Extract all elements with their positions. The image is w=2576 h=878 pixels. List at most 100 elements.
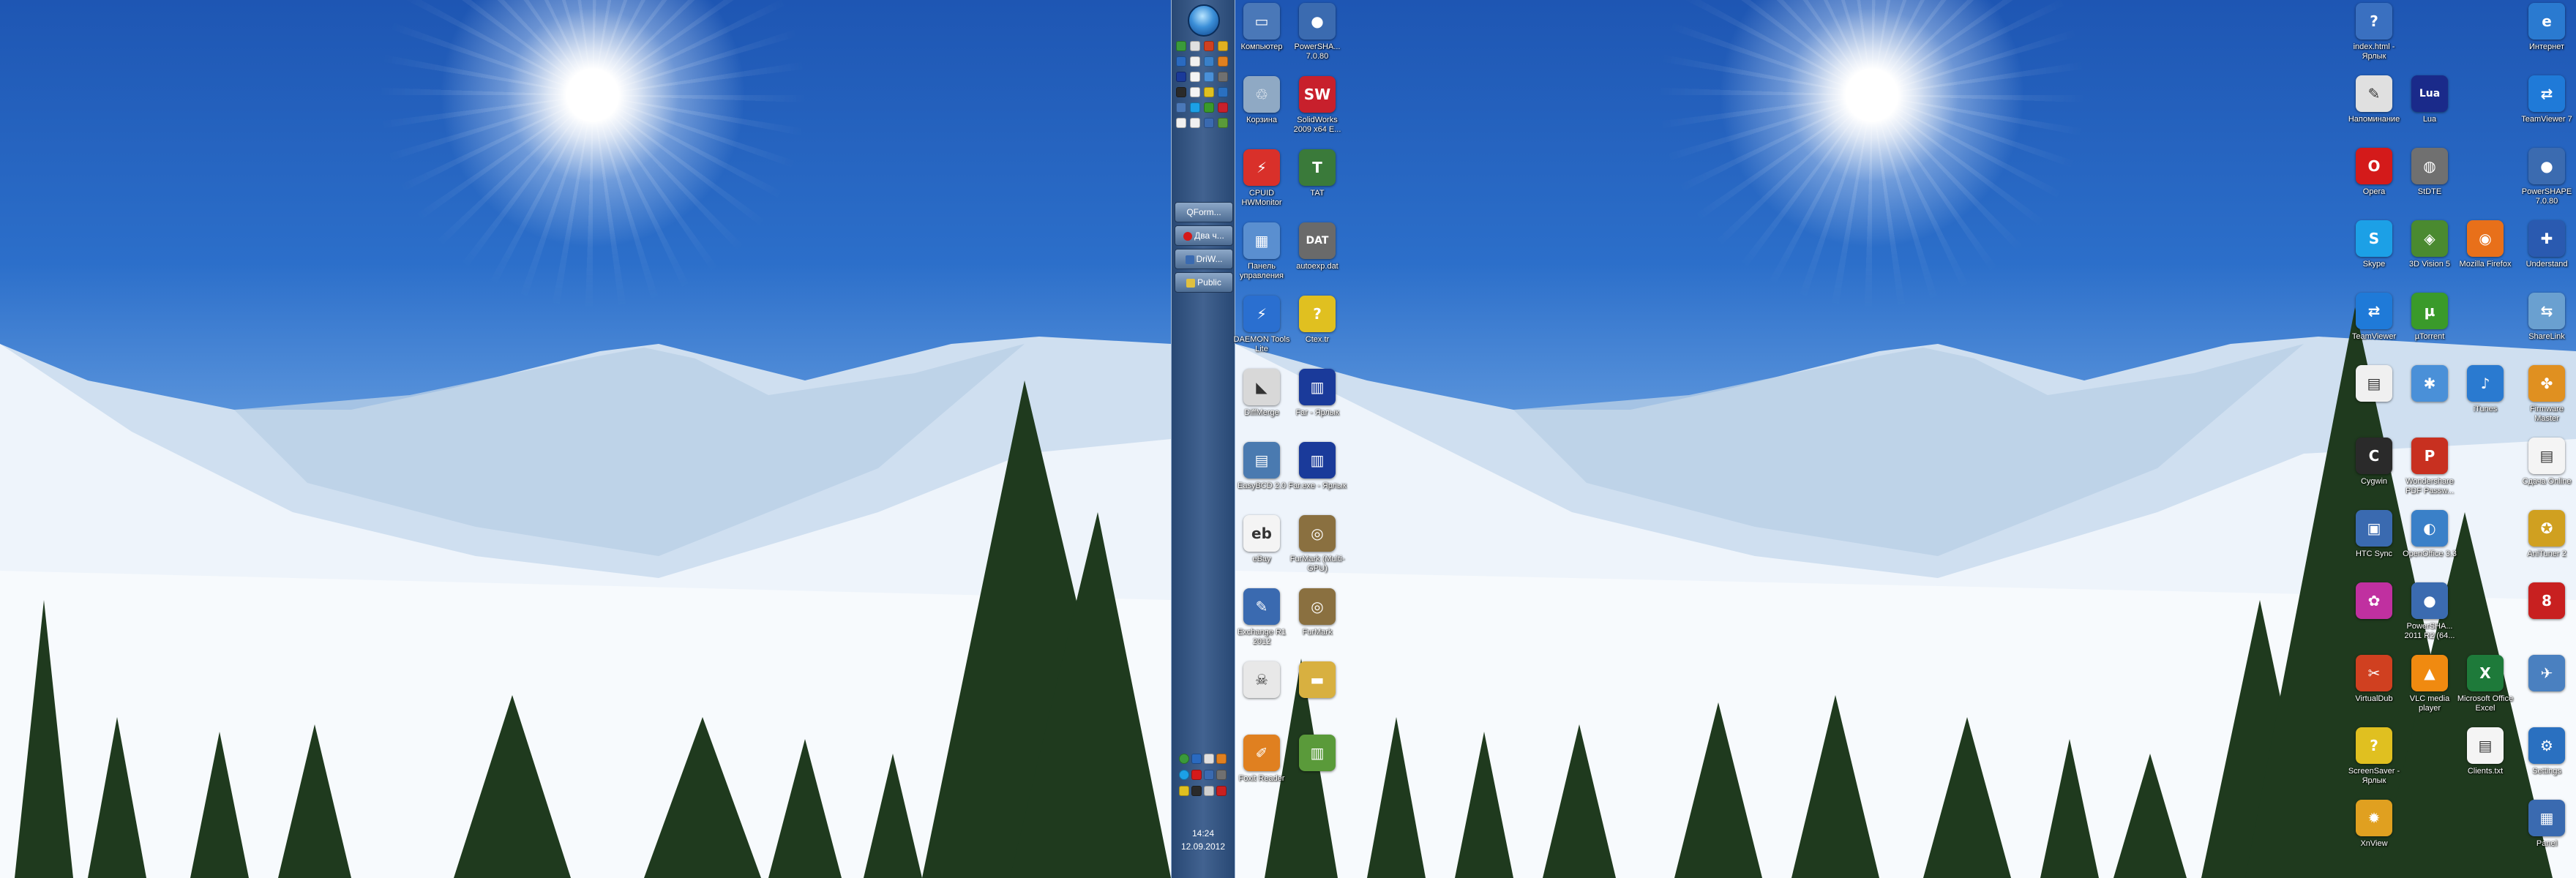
desktop-icon[interactable]: ▥ Far - Ярлык: [1288, 369, 1347, 418]
quick-launch-icon[interactable]: [1190, 56, 1200, 67]
desktop-icon[interactable]: ☠: [1232, 661, 1291, 701]
desktop-icon[interactable]: ◣ DiffMerge: [1232, 369, 1291, 418]
desktop-icon[interactable]: ⚙ Settings: [2517, 727, 2576, 776]
desktop-icon[interactable]: ▬: [1288, 661, 1347, 701]
desktop-icon[interactable]: ⚡ DAEMON Tools Lite: [1232, 296, 1291, 354]
tray-icon[interactable]: [1216, 754, 1227, 764]
quick-launch-icon[interactable]: [1176, 102, 1186, 113]
desktop-icon[interactable]: ◐ OpenOffice 3.3: [2400, 510, 2459, 559]
quick-launch-icon[interactable]: [1204, 56, 1214, 67]
tray-icon[interactable]: [1191, 754, 1202, 764]
desktop-icon[interactable]: ? ScreenSaver - Ярлык: [2345, 727, 2403, 786]
desktop-icon[interactable]: ◎ FurMark: [1288, 588, 1347, 637]
quick-launch-icon[interactable]: [1218, 102, 1228, 113]
volume-icon[interactable]: [1204, 786, 1214, 796]
quick-launch-icon[interactable]: [1190, 87, 1200, 97]
quick-launch-icon[interactable]: [1204, 118, 1214, 128]
quick-launch-icon[interactable]: [1204, 87, 1214, 97]
quick-launch-icon[interactable]: [1218, 56, 1228, 67]
desktop-icon[interactable]: ♲ Корзина: [1232, 76, 1291, 125]
desktop-icon[interactable]: ✚ Understand: [2517, 220, 2576, 269]
desktop-icon[interactable]: ▲ VLC media player: [2400, 655, 2459, 713]
desktop-icon[interactable]: ✿: [2345, 582, 2403, 622]
quick-launch-icon[interactable]: [1176, 118, 1186, 128]
desktop-icon[interactable]: ? index.html - Ярлык: [2345, 3, 2403, 61]
desktop-icon[interactable]: ◉ Mozilla Firefox: [2456, 220, 2515, 269]
quick-launch-icon[interactable]: [1176, 87, 1186, 97]
desktop-icon[interactable]: ⚡ CPUID HWMonitor: [1232, 149, 1291, 208]
desktop-icon[interactable]: ⇄ TeamViewer: [2345, 293, 2403, 342]
clock[interactable]: 14:24 12.09.2012: [1172, 827, 1235, 853]
desktop-icon[interactable]: ▤ Clients.txt: [2456, 727, 2515, 776]
quick-launch-icon[interactable]: [1218, 41, 1228, 51]
desktop-icon[interactable]: T TAT: [1288, 149, 1347, 198]
desktop-icon[interactable]: X Microsoft Office Excel: [2456, 655, 2515, 713]
desktop-icon[interactable]: ▥: [1288, 735, 1347, 774]
desktop-icon[interactable]: e Интернет: [2517, 3, 2576, 52]
desktop-icon[interactable]: ▤ Сдача Online: [2517, 438, 2576, 487]
desktop-icon[interactable]: ⇆ ShareLink: [2517, 293, 2576, 342]
quick-launch-icon[interactable]: [1190, 72, 1200, 82]
quick-launch-icon[interactable]: [1190, 102, 1200, 113]
tray-icon[interactable]: [1216, 770, 1227, 780]
desktop-icon[interactable]: ✂ VirtualDub: [2345, 655, 2403, 704]
desktop-icon[interactable]: ♪ iTunes: [2456, 365, 2515, 414]
desktop-icon[interactable]: ▤: [2345, 365, 2403, 405]
quick-launch-icon[interactable]: [1190, 41, 1200, 51]
quick-launch-icon[interactable]: [1218, 87, 1228, 97]
task-button-public[interactable]: Public: [1175, 272, 1233, 293]
tray-icon[interactable]: [1179, 754, 1189, 764]
desktop-icon[interactable]: eb eBay: [1232, 515, 1291, 564]
task-button-qform[interactable]: QForm...: [1175, 202, 1233, 222]
desktop-icon[interactable]: ▭ Компьютер: [1232, 3, 1291, 52]
desktop-icon[interactable]: ✹ XnView: [2345, 800, 2403, 849]
tray-icon[interactable]: [1191, 770, 1202, 780]
network-icon[interactable]: [1216, 786, 1227, 796]
desktop-icon[interactable]: ✎ Exchange R1 2012: [1232, 588, 1291, 647]
quick-launch-icon[interactable]: [1204, 72, 1214, 82]
desktop-icon[interactable]: Lua Lua: [2400, 75, 2459, 124]
tray-icon[interactable]: [1179, 786, 1189, 796]
desktop-icon[interactable]: ▥ Far.exe - Ярлык: [1288, 442, 1347, 491]
quick-launch-icon[interactable]: [1190, 118, 1200, 128]
desktop-icon[interactable]: P Wondershare PDF Passw...: [2400, 438, 2459, 496]
quick-launch-icon[interactable]: [1218, 72, 1228, 82]
task-button-driw[interactable]: DriW...: [1175, 249, 1233, 269]
desktop-icon[interactable]: ? Ctex.tr: [1288, 296, 1347, 345]
desktop-icon[interactable]: ◈ 3D Vision 5: [2400, 220, 2459, 269]
start-button[interactable]: [1188, 4, 1220, 37]
desktop-icon[interactable]: C Cygwin: [2345, 438, 2403, 487]
desktop-icon[interactable]: ✐ Foxit Reader: [1232, 735, 1291, 784]
desktop-icon[interactable]: ◍ StDTE: [2400, 148, 2459, 197]
quick-launch-icon[interactable]: [1218, 118, 1228, 128]
desktop-icon[interactable]: DAT autoexp.dat: [1288, 222, 1347, 271]
desktop-icon[interactable]: ⇄ TeamViewer 7: [2517, 75, 2576, 124]
desktop-icon[interactable]: ▤ EasyBCD 2.0: [1232, 442, 1291, 491]
desktop-icon[interactable]: 8: [2517, 582, 2576, 622]
quick-launch-icon[interactable]: [1176, 56, 1186, 67]
desktop-icon[interactable]: SW SolidWorks 2009 x64 E...: [1288, 76, 1347, 135]
desktop-icon[interactable]: ● PowerSHAPE 7.0.80: [2517, 148, 2576, 206]
desktop-icon[interactable]: ◎ FurMark (Multi-GPU): [1288, 515, 1347, 574]
desktop-icon[interactable]: ✈: [2517, 655, 2576, 694]
desktop-icon[interactable]: O Opera: [2345, 148, 2403, 197]
desktop-icon[interactable]: µ µTorrent: [2400, 293, 2459, 342]
desktop-icon[interactable]: ● PowerSHA... 7.0.80: [1288, 3, 1347, 61]
tray-icon[interactable]: [1191, 786, 1202, 796]
desktop-icon[interactable]: S Skype: [2345, 220, 2403, 269]
desktop-icon[interactable]: ▦ Panel: [2517, 800, 2576, 849]
desktop-icon[interactable]: ✱: [2400, 365, 2459, 405]
desktop-icon[interactable]: ✤ Firmware Master: [2517, 365, 2576, 424]
desktop-icon[interactable]: ✪ AniTuner 2: [2517, 510, 2576, 559]
quick-launch-icon[interactable]: [1176, 72, 1186, 82]
desktop-icon[interactable]: ▦ Панель управления: [1232, 222, 1291, 281]
quick-launch-icon[interactable]: [1204, 102, 1214, 113]
task-button-opera[interactable]: Два ч...: [1175, 225, 1233, 246]
tray-icon[interactable]: [1204, 770, 1214, 780]
quick-launch-icon[interactable]: [1204, 41, 1214, 51]
tray-icon[interactable]: [1179, 770, 1189, 780]
desktop-icon[interactable]: ● PowerSHA... 2011 R2 (64...: [2400, 582, 2459, 641]
desktop-icon[interactable]: ▣ HTC Sync: [2345, 510, 2403, 559]
tray-icon[interactable]: [1204, 754, 1214, 764]
quick-launch-icon[interactable]: [1176, 41, 1186, 51]
